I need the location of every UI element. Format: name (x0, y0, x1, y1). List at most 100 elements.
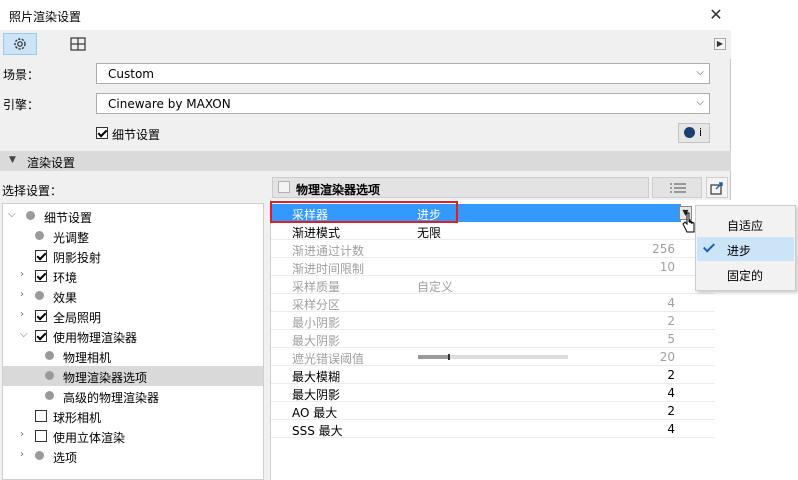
toolbar (0, 30, 731, 59)
property-name: 遮光错误阈值 (292, 352, 365, 366)
property-number: 256 (652, 242, 675, 256)
property-row[interactable]: AO 最大 2 (271, 402, 715, 420)
tree-item[interactable]: › 使用立体渲染 (3, 426, 263, 446)
export-icon (710, 182, 723, 195)
tree-item-label: 选项 (53, 451, 78, 465)
property-row[interactable]: 遮光错误阈值 20 (271, 348, 715, 366)
property-number[interactable]: 4 (667, 386, 675, 400)
chevron-right-icon[interactable]: › (20, 269, 24, 280)
tree-item[interactable]: ⌵ 使用物理渲染器 (3, 326, 263, 346)
panel-title: 物理渲染器选项 (296, 183, 381, 197)
property-name: AO 最大 (292, 406, 338, 420)
property-row[interactable]: 采样分区 4 (271, 294, 715, 312)
property-row[interactable]: 最小阴影 2 (271, 312, 715, 330)
tree-item[interactable]: › 全局照明 (3, 306, 263, 326)
tree-item[interactable]: 物理渲染器选项 (3, 366, 263, 386)
bullet-icon (45, 371, 54, 380)
tree-item-label: 使用立体渲染 (53, 431, 126, 445)
tree-item[interactable]: 阴影投射 (3, 246, 263, 266)
property-row[interactable]: 最大阴影 4 (271, 384, 715, 402)
scene-label: 场景： (3, 68, 40, 82)
panel-enable-checkbox[interactable] (278, 181, 290, 193)
engine-label: 引擎： (3, 98, 40, 112)
cursor-icon (682, 212, 695, 233)
tree-item-label: 球形相机 (53, 411, 102, 425)
property-name: 渐进模式 (292, 226, 341, 240)
engine-dropdown[interactable]: Cineware by MAXON ⌵ (96, 93, 710, 114)
tree-item[interactable]: ⌵ 细节设置 (3, 206, 263, 226)
settings-tree: ⌵ 细节设置 光调整 阴影投射 › 环境 › 效果 › 全局照明 ⌵ 使用物理渲染器物理相机物理渲染器… (2, 203, 264, 480)
property-row[interactable]: 渐进通过计数 256 (271, 240, 715, 258)
triangle-right-icon[interactable]: ▶ (714, 38, 726, 50)
property-value: 自定义 (417, 280, 454, 294)
tree-item[interactable]: 球形相机 (3, 406, 263, 426)
menu-item[interactable]: 进步 (697, 237, 794, 261)
list-icon (670, 183, 686, 193)
property-number[interactable]: 2 (667, 368, 675, 382)
property-name: 最大阴影 (292, 388, 341, 402)
export-button[interactable] (706, 177, 728, 198)
property-number[interactable]: 4 (667, 422, 675, 436)
chevron-down-icon[interactable]: ⌵ (8, 209, 16, 220)
checkbox[interactable] (35, 270, 47, 282)
property-name: 采样分区 (292, 298, 341, 312)
checkbox[interactable] (35, 430, 47, 442)
property-row[interactable]: 采样质量 自定义 (271, 276, 715, 294)
tree-item[interactable]: 光调整 (3, 226, 263, 246)
property-value[interactable]: 无限 (417, 224, 441, 241)
chevron-right-icon[interactable]: › (20, 429, 24, 440)
tree-item[interactable]: › 效果 (3, 286, 263, 306)
chevron-right-icon[interactable]: › (20, 449, 24, 460)
close-icon[interactable]: ✕ (706, 5, 726, 25)
checkbox[interactable] (35, 310, 47, 322)
detail-settings-checkbox[interactable] (96, 127, 108, 142)
engine-info-button[interactable]: i (678, 123, 710, 143)
tree-item-label: 物理渲染器选项 (63, 371, 148, 385)
bullet-icon (35, 451, 44, 460)
tree-item[interactable]: › 环境 (3, 266, 263, 286)
layout-tab-button[interactable] (61, 33, 95, 55)
bullet-icon (45, 351, 54, 360)
grid-view-icon (70, 37, 86, 51)
property-number: 2 (667, 314, 675, 328)
bullet-icon (45, 391, 54, 400)
tree-item-label: 环境 (53, 271, 78, 285)
checkbox[interactable] (35, 330, 47, 342)
property-row[interactable]: 最大模糊 2 (271, 366, 715, 384)
threshold-slider (418, 354, 568, 360)
menu-item[interactable]: 固定的 (697, 262, 794, 286)
property-row[interactable]: 最大阴影 5 (271, 330, 715, 348)
property-name: 渐进通过计数 (292, 244, 365, 258)
property-number[interactable]: 2 (667, 404, 675, 418)
property-row[interactable]: 渐进模式 无限 (271, 222, 715, 240)
tree-item[interactable]: › 选项 (3, 446, 263, 466)
property-name: SSS 最大 (292, 424, 343, 438)
property-row[interactable]: 渐进时间限制 10 (271, 258, 715, 276)
chevron-right-icon[interactable]: › (20, 289, 24, 300)
info-text: i (699, 126, 703, 139)
tree-item[interactable]: 物理相机 (3, 346, 263, 366)
tree-item[interactable]: 高级的物理渲染器 (3, 386, 263, 406)
property-row[interactable]: SSS 最大 4 (271, 420, 715, 438)
render-settings-section[interactable] (0, 151, 731, 171)
checkbox[interactable] (35, 250, 47, 262)
annotation-box (270, 201, 458, 223)
tree-item-label: 物理相机 (63, 351, 112, 365)
chevron-down-icon: ▼ (9, 155, 16, 165)
bullet-icon (35, 291, 44, 300)
chevron-down-icon[interactable]: ⌵ (20, 329, 28, 340)
menu-item[interactable]: 自适应 (697, 212, 794, 236)
bullet-icon (26, 211, 35, 220)
slider-thumb (448, 354, 450, 360)
property-name: 采样质量 (292, 280, 341, 294)
settings-tab-button[interactable] (3, 33, 37, 55)
list-view-button[interactable] (652, 177, 702, 198)
tree-item-label: 高级的物理渲染器 (63, 391, 160, 405)
title-bar (0, 0, 731, 30)
checkbox[interactable] (35, 410, 47, 422)
info-icon (684, 127, 695, 138)
scene-dropdown[interactable]: Custom ⌵ (96, 63, 710, 84)
checkbox[interactable] (96, 127, 108, 139)
menu-item-label: 进步 (727, 244, 752, 258)
chevron-right-icon[interactable]: › (20, 309, 24, 320)
